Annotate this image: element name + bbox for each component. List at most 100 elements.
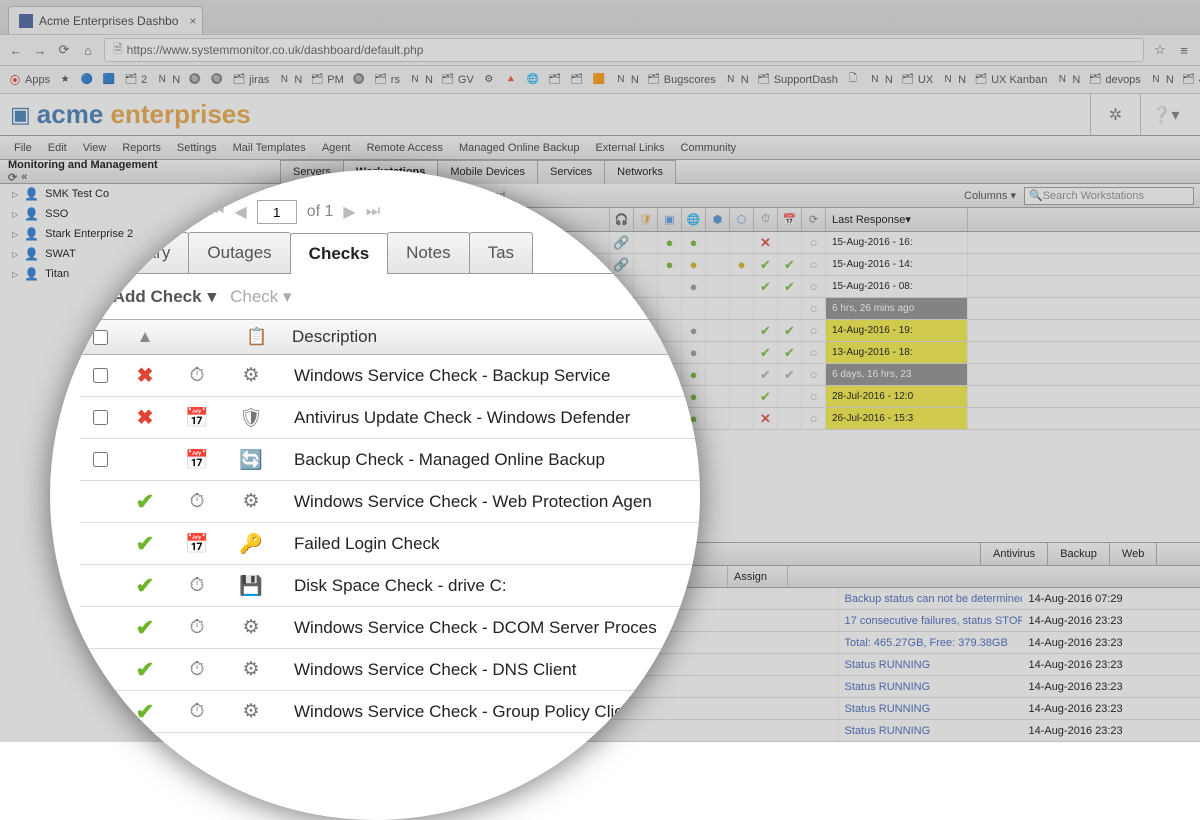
bookmark-item[interactable]: 🗂UX bbox=[901, 73, 933, 87]
pager-prev[interactable]: ◀ bbox=[234, 202, 246, 222]
check-row[interactable]: ✖⏱⚙Windows Service Check - Backup Servic… bbox=[80, 355, 700, 397]
col-last[interactable]: Last Response ▾ bbox=[826, 208, 968, 231]
refresh-icon[interactable]: ⟳ bbox=[8, 171, 17, 184]
menu-icon[interactable]: ≡ bbox=[1176, 43, 1192, 58]
bookmark-item[interactable]: NN bbox=[1055, 73, 1080, 87]
bookmark-item[interactable]: 🗂rs bbox=[374, 73, 400, 87]
col-icon[interactable]: ⬡ bbox=[730, 208, 754, 231]
col-sort[interactable]: ▲ bbox=[120, 327, 170, 347]
menu-item[interactable]: Reports bbox=[114, 142, 169, 154]
bookmark-item[interactable]: NN bbox=[868, 73, 893, 87]
star-icon[interactable]: ☆ bbox=[1152, 42, 1168, 58]
check-row[interactable]: ✔📅🔑Failed Login Check bbox=[80, 523, 700, 565]
checks-tab[interactable]: Outages bbox=[188, 232, 290, 273]
bookmark-item[interactable]: NN bbox=[724, 73, 749, 87]
bookmark-item[interactable]: 🗋 bbox=[846, 73, 860, 87]
bookmark-item[interactable]: NN bbox=[941, 73, 966, 87]
col-checkbox[interactable] bbox=[80, 330, 120, 345]
view-tab[interactable]: Networks bbox=[604, 160, 676, 184]
checks-tab[interactable]: Tas bbox=[469, 232, 533, 273]
collapse-icon[interactable]: « bbox=[21, 171, 27, 184]
checks-tab[interactable]: Checks bbox=[290, 233, 388, 274]
check-row[interactable]: ✔⏱⚙Windows Service Check - Web Protectio… bbox=[80, 481, 700, 523]
check-row[interactable]: ✔⏱⚙Windows Service Check - DCOM Server P… bbox=[80, 607, 700, 649]
bookmark-item[interactable]: ⚙ bbox=[482, 73, 496, 87]
col-notes-icon[interactable]: 📋 bbox=[230, 327, 284, 347]
menu-item[interactable]: External Links bbox=[587, 142, 672, 154]
pager-last[interactable]: ⏭ bbox=[366, 203, 380, 221]
check-row[interactable]: ✔⏱⚙Windows Service Check - DNS Client bbox=[80, 649, 700, 691]
checks-tab[interactable]: ummary bbox=[90, 232, 189, 273]
check-dropdown[interactable]: Check ▾ bbox=[230, 287, 291, 307]
bookmark-item[interactable]: NN bbox=[1149, 73, 1174, 87]
menu-item[interactable]: Edit bbox=[40, 142, 75, 154]
bookmark-item[interactable]: NN bbox=[155, 73, 180, 87]
bookmark-item[interactable]: 🔘 bbox=[210, 73, 224, 87]
menu-item[interactable]: Agent bbox=[314, 142, 359, 154]
check-row[interactable]: ✖📅🛡Antivirus Update Check - Windows Defe… bbox=[80, 397, 700, 439]
schedule-icon: 📅 bbox=[170, 448, 224, 472]
bookmark-item[interactable]: 🔘 bbox=[188, 73, 202, 87]
reload-icon[interactable]: ⟳ bbox=[56, 42, 72, 58]
bookmark-item[interactable]: 🗂PM bbox=[310, 73, 344, 87]
bookmark-item[interactable]: 🔺 bbox=[504, 73, 518, 87]
pager-next[interactable]: ▶ bbox=[343, 202, 355, 222]
menu-item[interactable]: Settings bbox=[169, 142, 225, 154]
bookmark-item[interactable]: 🗂devops bbox=[1088, 73, 1140, 87]
bookmark-item[interactable]: 🗂jiras bbox=[232, 73, 269, 87]
bookmark-item[interactable]: NN bbox=[277, 73, 302, 87]
check-row[interactable]: ✔⏱⚙Windows Service Check - Group Policy … bbox=[80, 691, 700, 733]
bookmark-item[interactable]: 🗂UX Kanban bbox=[974, 73, 1047, 87]
bookmark-item[interactable]: ★ bbox=[58, 73, 72, 87]
col-description[interactable]: Description bbox=[284, 327, 700, 347]
bookmark-item[interactable]: 🗂 bbox=[548, 73, 562, 87]
row-checkbox[interactable] bbox=[80, 368, 120, 383]
forward-icon[interactable]: → bbox=[32, 43, 48, 58]
check-row[interactable]: 📅🔄Backup Check - Managed Online Backup bbox=[80, 439, 700, 481]
col-icon[interactable]: ⏱ bbox=[754, 208, 778, 231]
add-check-button[interactable]: ✚ Add Check ▾ bbox=[90, 284, 216, 309]
menu-item[interactable]: Remote Access bbox=[359, 142, 451, 154]
bookmark-item[interactable]: 🗂SupportDash bbox=[757, 73, 838, 87]
bookmark-item[interactable]: NN bbox=[614, 73, 639, 87]
menu-item[interactable]: File bbox=[6, 142, 40, 154]
browser-tab[interactable]: Acme Enterprises Dashbo × bbox=[8, 6, 203, 34]
bookmark-item[interactable]: 🔘 bbox=[352, 73, 366, 87]
row-checkbox[interactable] bbox=[80, 452, 120, 467]
checks-tab[interactable]: Notes bbox=[387, 232, 469, 273]
menu-item[interactable]: Managed Online Backup bbox=[451, 142, 587, 154]
bookmark-item[interactable]: 🗂GV bbox=[441, 73, 474, 87]
view-tab[interactable]: Services bbox=[537, 160, 605, 184]
home-icon[interactable]: ⌂ bbox=[80, 43, 96, 58]
detail-tab[interactable]: Web bbox=[1109, 543, 1157, 565]
search-input[interactable]: 🔍 Search Workstations bbox=[1024, 187, 1194, 205]
bookmark-item[interactable]: NN bbox=[408, 73, 433, 87]
back-icon[interactable]: ← bbox=[8, 43, 24, 58]
close-icon[interactable]: × bbox=[189, 14, 196, 28]
help-button[interactable]: ❔▾ bbox=[1140, 94, 1190, 136]
bookmark-item[interactable]: 🗂4sq bbox=[1182, 73, 1200, 87]
col-icon[interactable]: ⟳ bbox=[802, 208, 826, 231]
refresh-button[interactable]: ✲ bbox=[1090, 94, 1140, 136]
col-icon[interactable]: 📅 bbox=[778, 208, 802, 231]
bookmark-item[interactable]: 🗂2 bbox=[124, 73, 147, 87]
bookmark-item[interactable]: 🟦 bbox=[102, 73, 116, 87]
bookmark-item[interactable]: 🗂Bugscores bbox=[647, 73, 716, 87]
detail-tab[interactable]: Antivirus bbox=[980, 543, 1048, 565]
menu-item[interactable]: Mail Templates bbox=[225, 142, 314, 154]
bookmark-item[interactable]: 🗂 bbox=[570, 73, 584, 87]
menu-item[interactable]: View bbox=[75, 142, 115, 154]
col-icon[interactable]: ⬢ bbox=[706, 208, 730, 231]
menu-item[interactable]: Community bbox=[673, 142, 745, 154]
pager-first[interactable]: ⏮ bbox=[210, 203, 224, 221]
bookmark-item[interactable]: 🔵 bbox=[80, 73, 94, 87]
pager-input[interactable] bbox=[257, 200, 297, 224]
bookmark-item[interactable]: 🟧 bbox=[592, 73, 606, 87]
check-row[interactable]: ✔⏱💾Disk Space Check - drive C: bbox=[80, 565, 700, 607]
columns-dropdown[interactable]: Columns ▾ bbox=[964, 189, 1016, 202]
col-assign[interactable]: Assign bbox=[728, 566, 788, 587]
bookmark-item[interactable]: 🌐 bbox=[526, 73, 540, 87]
row-checkbox[interactable] bbox=[80, 410, 120, 425]
detail-tab[interactable]: Backup bbox=[1047, 543, 1110, 565]
address-bar[interactable]: 🗎 https://www.systemmonitor.co.uk/dashbo… bbox=[104, 38, 1144, 62]
